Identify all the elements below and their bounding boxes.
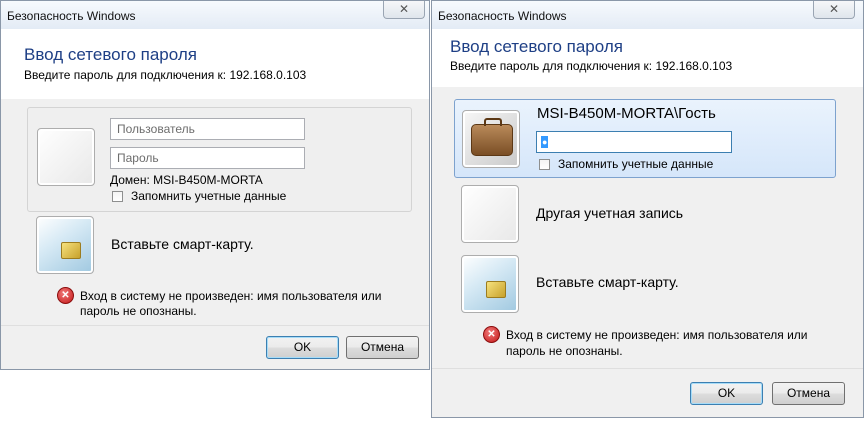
right-security-dialog: Безопасность Windows ✕ Ввод сетевого пар…	[431, 0, 864, 418]
left-window-title: Безопасность Windows	[7, 9, 136, 23]
right-heading: Ввод сетевого пароля	[450, 37, 623, 56]
right-title-bar: Безопасность Windows ✕	[432, 1, 863, 29]
close-icon: ✕	[828, 2, 840, 16]
password-input[interactable]: Пароль	[110, 147, 305, 169]
left-subheading: Введите пароль для подключения к: 192.16…	[24, 68, 307, 82]
right-ok-button[interactable]: OK	[690, 382, 763, 405]
left-footer: OK Отмена	[1, 325, 429, 369]
right-smartcard-label[interactable]: Вставьте смарт-карту.	[536, 274, 679, 290]
right-window-title: Безопасность Windows	[438, 9, 567, 23]
username-input[interactable]: Пользователь	[110, 118, 305, 140]
error-icon: ✕	[57, 287, 74, 304]
suitcase-handle	[484, 118, 502, 126]
left-remember-label: Запомнить учетные данные	[131, 189, 287, 203]
left-error-line-2: пароль не опознаны.	[80, 304, 197, 318]
right-error-line-1: Вход в систему не произведен: имя пользо…	[506, 328, 808, 342]
left-title-bar: Безопасность Windows ✕	[1, 1, 429, 29]
left-close-button[interactable]: ✕	[383, 1, 425, 19]
account-name: MSI-B450M-MORTA\Гость	[537, 105, 716, 122]
right-cancel-button[interactable]: Отмена	[772, 382, 845, 405]
left-heading: Ввод сетевого пароля	[24, 45, 197, 64]
right-footer: OK Отмена	[432, 368, 863, 417]
suitcase-shape	[471, 118, 513, 156]
domain-label: Домен: MSI-B450M-MORTA	[110, 173, 263, 187]
left-cancel-button[interactable]: Отмена	[346, 336, 419, 359]
other-account-icon[interactable]	[461, 185, 519, 243]
left-security-dialog: Безопасность Windows ✕ Ввод сетевого пар…	[0, 0, 430, 370]
password-caret-value: ●	[541, 136, 549, 148]
right-close-button[interactable]: ✕	[813, 1, 855, 19]
close-icon: ✕	[398, 2, 410, 16]
right-subheading: Введите пароль для подключения к: 192.16…	[450, 59, 733, 73]
chip-icon	[486, 281, 506, 298]
right-error-line-2: пароль не опознаны.	[506, 344, 623, 358]
error-icon: ✕	[483, 326, 500, 343]
left-error-line-1: Вход в систему не произведен: имя пользо…	[80, 289, 382, 303]
left-ok-button[interactable]: OK	[266, 336, 339, 359]
guest-password-input[interactable]: ●	[536, 131, 732, 153]
smart-card-icon[interactable]	[36, 216, 94, 274]
suitcase-avatar-icon	[462, 110, 520, 168]
chip-icon	[61, 242, 81, 259]
left-smartcard-label[interactable]: Вставьте смарт-карту.	[111, 236, 254, 252]
left-credential-panel: Пользователь Пароль Домен: MSI-B450M-MOR…	[27, 107, 412, 212]
right-remember-label: Запомнить учетные данные	[558, 157, 714, 171]
right-account-tile-selected[interactable]: MSI-B450M-MORTA\Гость ● Запомнить учетны…	[454, 99, 836, 178]
smart-card-icon[interactable]	[461, 255, 519, 313]
right-body: MSI-B450M-MORTA\Гость ● Запомнить учетны…	[432, 87, 863, 369]
right-remember-checkbox[interactable]	[539, 159, 550, 170]
left-body: Пользователь Пароль Домен: MSI-B450M-MOR…	[1, 99, 429, 327]
left-remember-checkbox[interactable]	[112, 191, 123, 202]
user-avatar-icon	[37, 128, 95, 186]
other-account-label[interactable]: Другая учетная запись	[536, 205, 683, 221]
